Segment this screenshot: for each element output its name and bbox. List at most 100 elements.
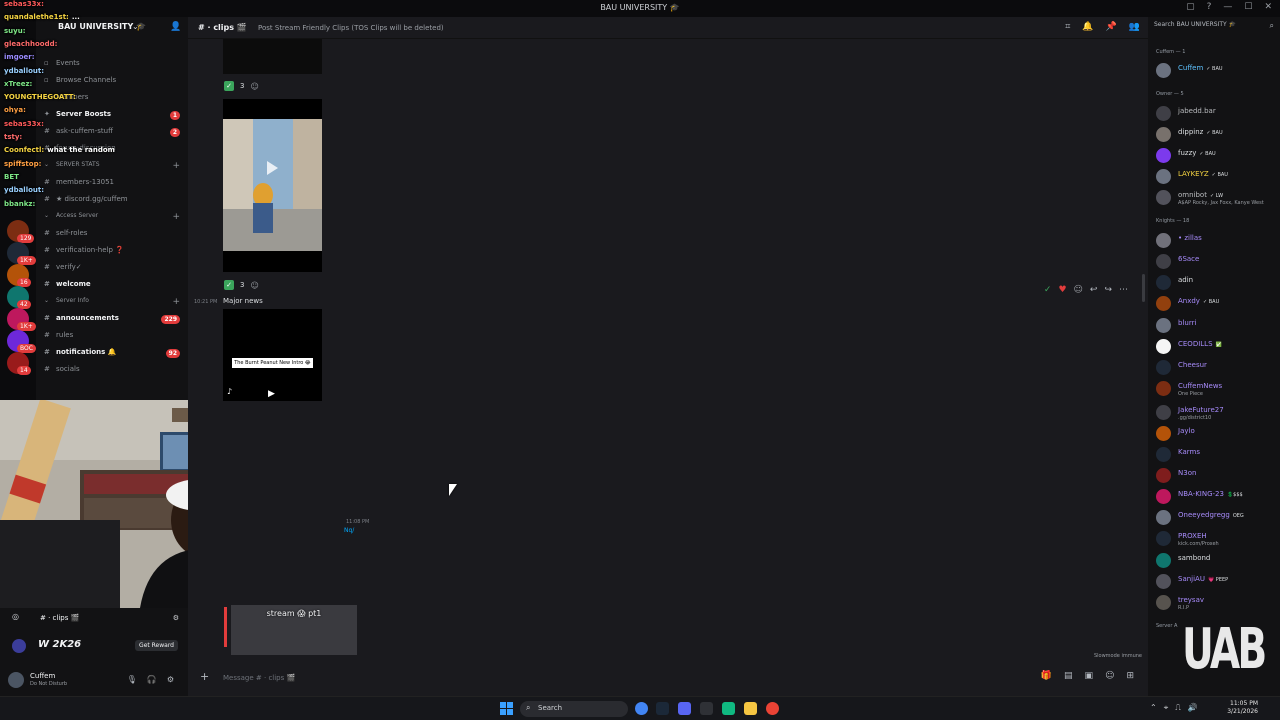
message-input[interactable]: Message # · clips 🎬 [223,674,295,682]
video-embed[interactable] [223,39,322,74]
add-reaction-icon[interactable]: ☺ [250,82,258,91]
inbox-icon[interactable]: ▢ [1186,2,1195,12]
check-reaction-icon[interactable]: ✓ [224,280,234,290]
bell-icon[interactable]: 🔔 [1082,22,1093,32]
category-header[interactable]: ⌄ Server Info + [44,297,184,311]
minimize-button[interactable]: — [1223,2,1232,12]
member-item[interactable]: LAYKEYZ ✓ BAU [1156,167,1280,187]
sidebar-item-channel[interactable]: # rules [44,331,184,345]
sidebar-item-channel[interactable]: # notifications 🔔 92 [44,348,184,362]
member-item[interactable]: sambond [1156,551,1280,571]
member-list-icon[interactable]: 👥 [1129,22,1140,32]
sidebar-item-channel[interactable]: # welcome [44,280,184,294]
member-item[interactable]: N3on [1156,466,1280,486]
microphone-icon[interactable]: 🎙 [127,675,137,684]
settings-gear-icon[interactable]: ⚙ [167,675,174,684]
steam-icon[interactable] [656,702,669,715]
member-item[interactable]: Oneeyedgregg OEG [1156,508,1280,528]
member-item[interactable]: Jaylo [1156,424,1280,444]
discord-icon[interactable] [678,702,691,715]
get-reward-button[interactable]: Get Reward [135,640,178,651]
spotify-icon[interactable] [722,702,735,715]
forward-icon[interactable]: ↪ [1104,285,1112,295]
sidebar-item-channel[interactable]: # verification-help ❓ [44,246,184,260]
category-header[interactable]: ⌄ Access Server + [44,212,184,226]
member-item[interactable]: treysav R.I.P [1156,593,1280,613]
add-reaction-icon[interactable]: ☺ [1074,285,1083,295]
sidebar-item-channel[interactable]: # socials [44,365,184,379]
member-item[interactable]: NBA-KING-23 💲$$$ [1156,487,1280,507]
member-item[interactable]: fuzzy ✓ BAU [1156,146,1280,166]
sidebar-item-channel[interactable]: ✦ Server Boosts 1 [44,110,184,124]
scrollbar-thumb[interactable] [1142,274,1145,302]
member-item[interactable]: CuffemNews One Piece [1156,379,1280,399]
sidebar-item-channel[interactable]: ▫ Members [44,93,184,107]
member-item[interactable]: CEODILLS ✅ [1156,337,1280,357]
heart-reaction-icon[interactable]: ♥ [1058,285,1066,295]
chrome-icon[interactable] [766,702,779,715]
active-channel-item[interactable]: # · clips 🎬 ⚙ [40,614,185,630]
threads-icon[interactable]: ⌗ [1065,22,1070,32]
sidebar-item-channel[interactable]: # members-13051 [44,178,184,192]
gift-icon[interactable]: 🎁 [1041,671,1052,681]
message-list[interactable]: ✓ 3 ☺ ✓ 3 ☺ ✓ ♥ ☺ ↩ ↪ ⋯ 10:21 PM Major n… [188,39,1148,660]
member-item[interactable]: Cheesur [1156,358,1280,378]
close-button[interactable]: ✕ [1264,2,1272,12]
chevron-up-icon[interactable]: ⌃ [1150,703,1157,713]
windows-start-icon[interactable] [500,702,513,715]
member-item[interactable]: dippinz ✓ BAU [1156,125,1280,145]
member-item[interactable]: Anxdy ✓ BAU [1156,294,1280,314]
taskbar-clock[interactable]: 11:05 PM 3/21/2026 [1227,700,1258,716]
location-icon[interactable]: ⌖ [1164,703,1169,713]
member-item[interactable]: Cuffem ✓ BAU [1156,61,1280,81]
play-icon[interactable]: ▶ [268,389,275,399]
emoji-icon[interactable]: ☺ [1105,671,1114,681]
member-item[interactable]: • zillas [1156,231,1280,251]
chevron-down-icon[interactable]: ⌄ [132,22,139,31]
add-channel-icon[interactable]: + [172,161,180,171]
add-channel-icon[interactable]: + [172,212,180,222]
member-item[interactable]: jabedd.bar [1156,104,1280,124]
maximize-button[interactable]: ☐ [1244,2,1252,12]
headphones-icon[interactable]: 🎧 [147,675,157,684]
reply-icon[interactable]: ↩ [1090,285,1098,295]
file-explorer-icon[interactable] [744,702,757,715]
volume-icon[interactable]: 🔊 [1188,703,1198,713]
member-item[interactable]: JakeFuture27 .gg/district10 [1156,403,1280,423]
add-channel-icon[interactable]: + [172,297,180,307]
discover-icon[interactable]: ◎ [12,612,19,621]
sidebar-item-channel[interactable]: # ★ discord.gg/cuffem [44,195,184,209]
member-item[interactable]: 6Sace [1156,252,1280,272]
check-reaction-icon[interactable]: ✓ [1044,285,1052,295]
search-input[interactable]: Search BAU UNIVERSITY 🎓 ⌕ [1154,21,1276,35]
category-header[interactable]: ⌄ SERVER STATS + [44,161,184,175]
apps-icon[interactable]: ⊞ [1126,671,1134,681]
pin-icon[interactable]: 📌 [1106,22,1117,32]
settings-gear-icon[interactable]: ⚙ [173,614,179,622]
member-item[interactable]: omnibot ✓ LW A$AP Rocky, Jax Foxx, Kanye W… [1156,188,1280,208]
member-item[interactable]: blurri [1156,316,1280,336]
video-embed[interactable]: stream 😱 pt1 [231,605,357,655]
more-options-icon[interactable]: ⋯ [1119,285,1128,295]
chrome-icon[interactable] [635,702,648,715]
game-promo-banner[interactable]: W 2K26 Get Reward [8,636,184,656]
attach-plus-icon[interactable]: + [200,670,209,683]
sidebar-item-channel[interactable]: # announcements 229 [44,314,184,328]
sidebar-item-channel[interactable]: # verify✓ [44,263,184,277]
sidebar-item-channel[interactable]: ▫ Browse Channels [44,76,184,90]
avatar[interactable] [8,672,24,688]
video-embed[interactable]: The Burnt Peanut New Intro 😂 ♪ ▶ [223,309,322,401]
sticker-icon[interactable]: ▣ [1085,671,1094,681]
obs-icon[interactable] [700,702,713,715]
member-item[interactable]: PROXEH kick.com/Proxeh [1156,529,1280,549]
invite-people-icon[interactable]: 👤 [170,22,181,32]
sidebar-item-channel[interactable]: # forum-discussion [44,144,184,158]
network-icon[interactable]: ⎍ [1175,703,1181,713]
sidebar-item-channel[interactable]: ▫ Events [44,59,184,73]
add-reaction-icon[interactable]: ☺ [250,281,258,290]
gif-icon[interactable]: ▤ [1064,671,1073,681]
video-embed[interactable] [223,99,322,272]
check-reaction-icon[interactable]: ✓ [224,81,234,91]
sidebar-item-channel[interactable]: # self-roles [44,229,184,243]
taskbar-search[interactable]: ⌕ Search [520,701,628,717]
